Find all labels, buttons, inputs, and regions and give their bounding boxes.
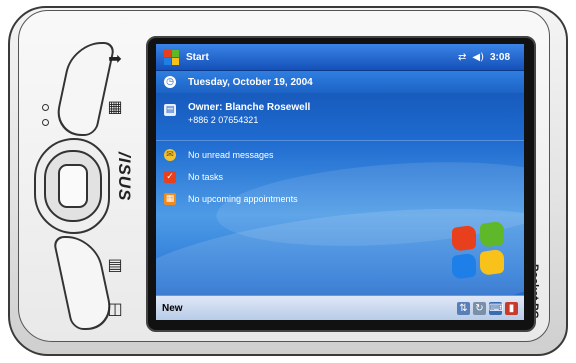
- messages-text: No unread messages: [188, 150, 274, 160]
- new-softkey[interactable]: New: [162, 303, 183, 314]
- tasks-text: No tasks: [188, 172, 224, 182]
- navigation-pad-center-button[interactable]: [58, 164, 88, 208]
- today-item-owner[interactable]: ▤ Owner: Blanche Rosewell +886 2 0765432…: [156, 96, 524, 132]
- calendar-icon: ▦: [107, 97, 123, 116]
- message-icon: ✉: [164, 149, 176, 161]
- brand-logo: /ISUS: [115, 152, 134, 202]
- inbox-icon: ◫: [107, 299, 123, 318]
- indicator-leds: [42, 104, 49, 134]
- divider: [156, 140, 524, 141]
- today-screen: Start ⇄ ◀) 3:08 ◷ Tuesday, October 19, 2…: [156, 44, 524, 320]
- battery-icon[interactable]: ▮: [505, 301, 518, 315]
- input-panel-icon[interactable]: ⌨: [489, 301, 503, 315]
- owner-phone: +886 2 07654321: [188, 115, 259, 125]
- softkey-bar: New ⇅ ↻ ⌨ ▮: [156, 295, 524, 320]
- clock[interactable]: 3:08: [490, 52, 510, 63]
- windows-flag-icon[interactable]: [162, 48, 180, 66]
- owner-name: Owner: Blanche Rosewell: [188, 102, 311, 113]
- contacts-icon: ▤: [107, 255, 123, 274]
- appointments-text: No upcoming appointments: [188, 194, 298, 204]
- today-item-appointments[interactable]: ▦ No upcoming appointments: [156, 188, 524, 210]
- today-item-date[interactable]: ◷ Tuesday, October 19, 2004: [156, 71, 524, 93]
- sync-icon[interactable]: ↻: [473, 301, 486, 315]
- arrow-right-icon: ➡: [108, 49, 122, 68]
- start-menu-button[interactable]: Start: [186, 52, 209, 63]
- clock-icon: ◷: [164, 76, 176, 88]
- owner-card-icon: ▤: [164, 104, 176, 116]
- taskbar: Start ⇄ ◀) 3:08: [156, 44, 524, 71]
- calendar-icon: ▦: [164, 193, 176, 205]
- windows-logo: [452, 220, 508, 284]
- today-item-tasks[interactable]: ✓ No tasks: [156, 166, 524, 188]
- today-item-messages[interactable]: ✉ No unread messages: [156, 144, 524, 166]
- connectivity-icon[interactable]: ⇄: [458, 52, 466, 63]
- tasks-icon: ✓: [164, 171, 176, 183]
- speaker-icon[interactable]: ◀): [472, 52, 484, 63]
- date-text: Tuesday, October 19, 2004: [188, 76, 313, 88]
- network-icon[interactable]: ⇅: [457, 301, 470, 315]
